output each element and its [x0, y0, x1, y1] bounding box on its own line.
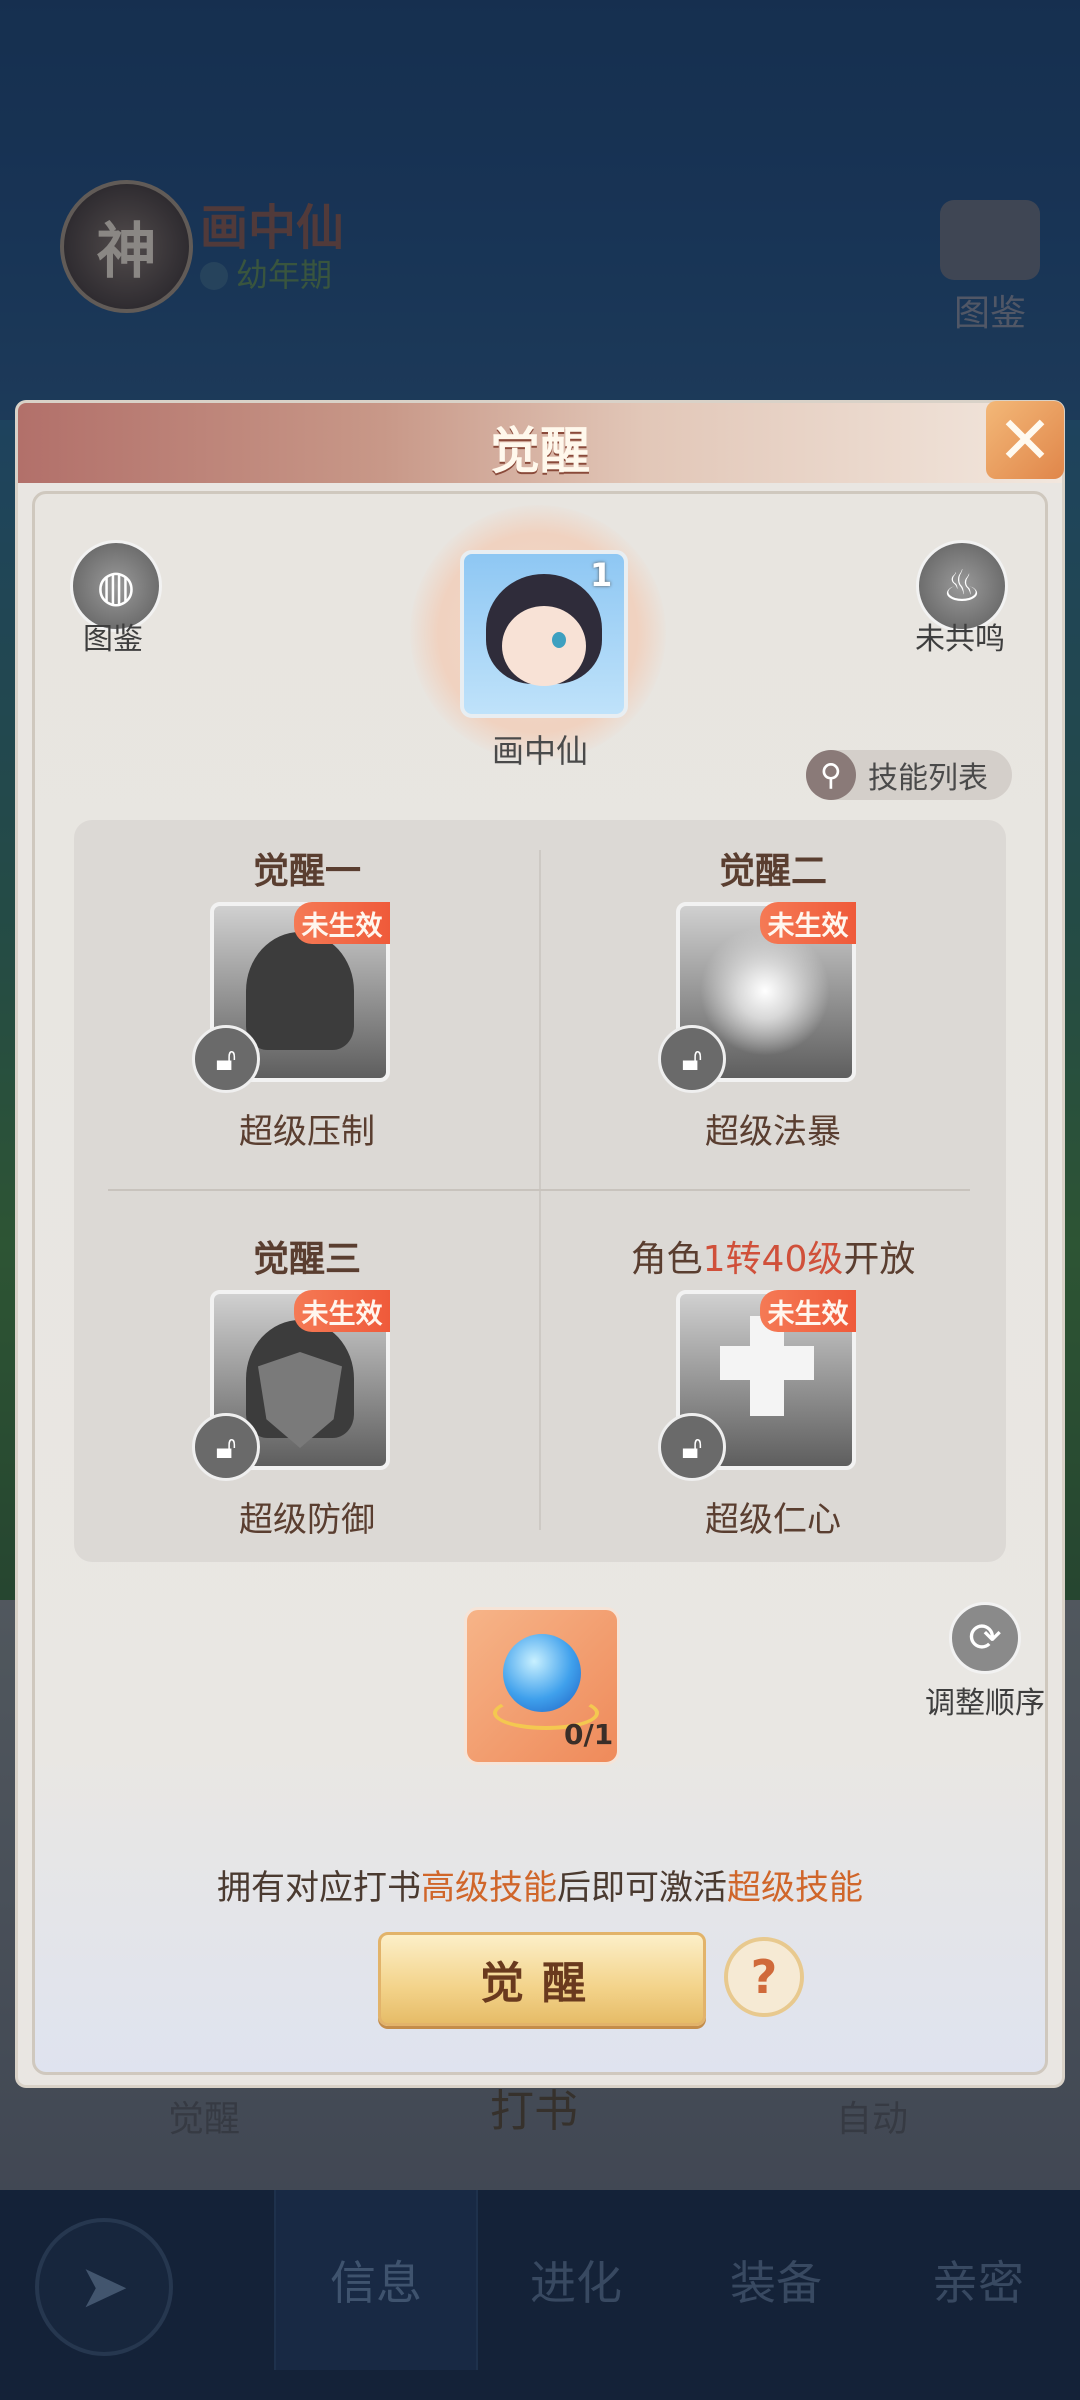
unlock-icon: 🔓︎ — [658, 1025, 726, 1093]
skill-list-button[interactable]: ⚲ 技能列表 — [806, 750, 1012, 800]
search-icon: ⚲ — [806, 750, 856, 800]
slot-title: 觉醒一 — [252, 851, 361, 892]
inactive-badge: 未生效 — [760, 902, 856, 944]
resonance-label: 未共鸣 — [915, 622, 1005, 657]
awaken-slot-4[interactable]: 角色1转40级开放 未生效 🔓︎ 超级仁心 — [540, 1208, 1006, 1578]
skill-name: 超级压制 — [239, 1112, 375, 1152]
skill-name: 超级仁心 — [705, 1500, 841, 1540]
skill-name: 超级法暴 — [705, 1112, 841, 1152]
requirement-level: 1转40级 — [702, 1239, 844, 1280]
avatar-face — [502, 606, 586, 686]
avatar-eye — [552, 632, 566, 648]
awaken-slot-1[interactable]: 觉醒一 未生效 🔓︎ 超级压制 — [74, 820, 540, 1190]
activation-hint: 拥有对应打书高级技能后即可激活超级技能 — [0, 1860, 1080, 1909]
awaken-button[interactable]: 觉醒 — [378, 1932, 706, 2026]
slot-title: 觉醒三 — [252, 1239, 361, 1280]
requirement-text: 开放 — [843, 1239, 916, 1280]
atlas-label: 图鉴 — [83, 622, 143, 657]
requirement-text: 角色 — [630, 1239, 703, 1280]
item-count: 0/1 — [564, 1718, 614, 1751]
hint-highlight: 高级技能 — [421, 1868, 557, 1908]
slot-unlock-requirement: 角色1转40级开放 — [540, 1230, 1006, 1282]
awaken-slot-2[interactable]: 觉醒二 未生效 🔓︎ 超级法暴 — [540, 820, 1006, 1190]
hint-text: 后即可激活 — [557, 1868, 727, 1908]
inactive-badge: 未生效 — [294, 1290, 390, 1332]
skill-art — [700, 926, 830, 1056]
hint-text: 拥有对应打书 — [217, 1868, 421, 1908]
character-name: 画中仙 — [491, 732, 588, 770]
reorder-button[interactable]: ⟳ 调整顺序 — [900, 1602, 1070, 1722]
hint-highlight: 超级技能 — [727, 1868, 863, 1908]
avatar-star-level: 1 — [590, 556, 613, 594]
skill-art — [246, 932, 354, 1050]
modal-title: 觉醒 — [490, 422, 590, 480]
inactive-badge: 未生效 — [294, 902, 390, 944]
slot-title: 觉醒二 — [718, 851, 827, 892]
skill-art — [720, 1346, 814, 1380]
awaken-slot-3[interactable]: 觉醒三 未生效 🔓︎ 超级防御 — [74, 1208, 540, 1578]
inactive-badge: 未生效 — [760, 1290, 856, 1332]
refresh-icon: ⟳ — [949, 1602, 1021, 1674]
help-icon[interactable]: ? — [724, 1937, 804, 2017]
skill-name: 超级防御 — [239, 1500, 375, 1540]
unlock-icon: 🔓︎ — [192, 1413, 260, 1481]
unlock-icon: 🔓︎ — [658, 1413, 726, 1481]
unlock-icon: 🔓︎ — [192, 1025, 260, 1093]
reorder-label: 调整顺序 — [925, 1686, 1045, 1721]
close-button[interactable]: ✕ — [986, 401, 1064, 479]
skill-list-label: 技能列表 — [868, 761, 988, 796]
